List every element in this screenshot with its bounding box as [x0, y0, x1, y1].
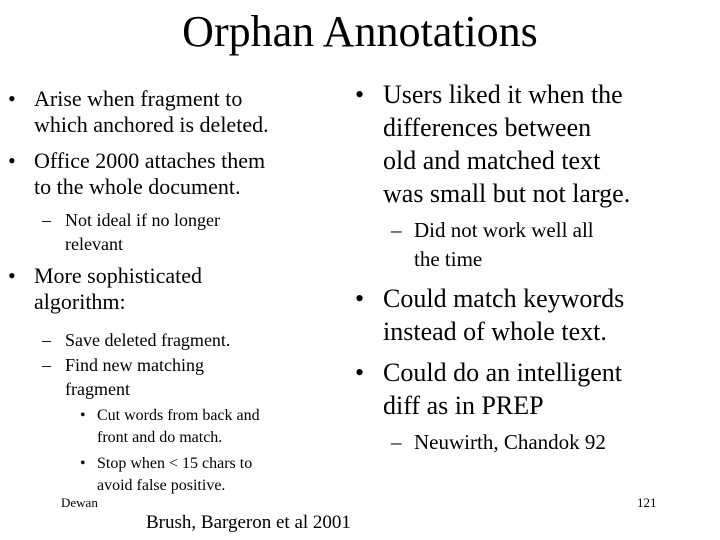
- right-bullet-1-line-1: Users liked it when the: [383, 80, 623, 109]
- right-bullet-2-line-1: Could match keywords: [383, 284, 625, 313]
- right-bullet-3-line-2: diff as in PREP: [383, 391, 544, 420]
- right-sub-1-line-1: Did not work well all: [414, 218, 594, 242]
- right-bullet-3-line-1: Could do an intelligent: [383, 358, 623, 387]
- left-subsub-2-line-2: avoid false positive.: [97, 477, 226, 494]
- bullet-icon: •: [80, 407, 86, 424]
- left-sub-3-1-line-1: Save deleted fragment.: [65, 330, 231, 350]
- left-sub-2-1-line-2: relevant: [65, 234, 123, 254]
- left-bullet-1-line-2: which anchored is deleted.: [34, 112, 269, 137]
- right-sub-3-line-1: Neuwirth, Chandok 92: [414, 430, 606, 454]
- left-sub-2-1-line-1: Not ideal if no longer: [65, 210, 220, 230]
- right-bullet-1-line-4: was small but not large.: [383, 179, 631, 208]
- page-number: 121: [637, 495, 657, 510]
- bullet-icon: •: [355, 80, 365, 109]
- slide-title: Orphan Annotations: [182, 7, 538, 56]
- left-sub-3-2-line-1: Find new matching: [65, 355, 204, 375]
- left-bullet-2-line-2: to the whole document.: [34, 174, 241, 199]
- bullet-icon: •: [80, 455, 86, 472]
- footer-author: Dewan: [61, 495, 98, 510]
- dash-icon: –: [391, 430, 402, 454]
- bullet-icon: •: [355, 284, 365, 313]
- bullet-icon: •: [8, 86, 16, 111]
- left-subsub-1-line-1: Cut words from back and: [97, 407, 260, 424]
- left-bullet-2-line-1: Office 2000 attaches them: [34, 148, 266, 173]
- left-bullet-3-line-2: algorithm:: [34, 289, 126, 314]
- right-bullet-2-line-2: instead of whole text.: [383, 317, 607, 346]
- dash-icon: –: [42, 330, 51, 350]
- left-sub-3-2-line-2: fragment: [65, 379, 130, 399]
- left-bullet-3-line-1: More sophisticated: [34, 263, 203, 288]
- footer-citation: Brush, Bargeron et al 2001: [146, 512, 351, 533]
- right-bullet-1-line-2: differences between: [383, 113, 592, 142]
- right-sub-1-line-2: the time: [414, 247, 483, 271]
- dash-icon: –: [391, 218, 402, 242]
- dash-icon: –: [42, 355, 51, 375]
- left-subsub-2-line-1: Stop when < 15 chars to: [97, 455, 253, 472]
- bullet-icon: •: [8, 263, 16, 288]
- right-bullet-1-line-3: old and matched text: [383, 146, 601, 175]
- bullet-icon: •: [355, 358, 365, 387]
- left-bullet-1-line-1: Arise when fragment to: [34, 86, 243, 111]
- dash-icon: –: [42, 210, 51, 230]
- bullet-icon: •: [8, 148, 16, 173]
- left-subsub-1-line-2: front and do match.: [97, 429, 223, 446]
